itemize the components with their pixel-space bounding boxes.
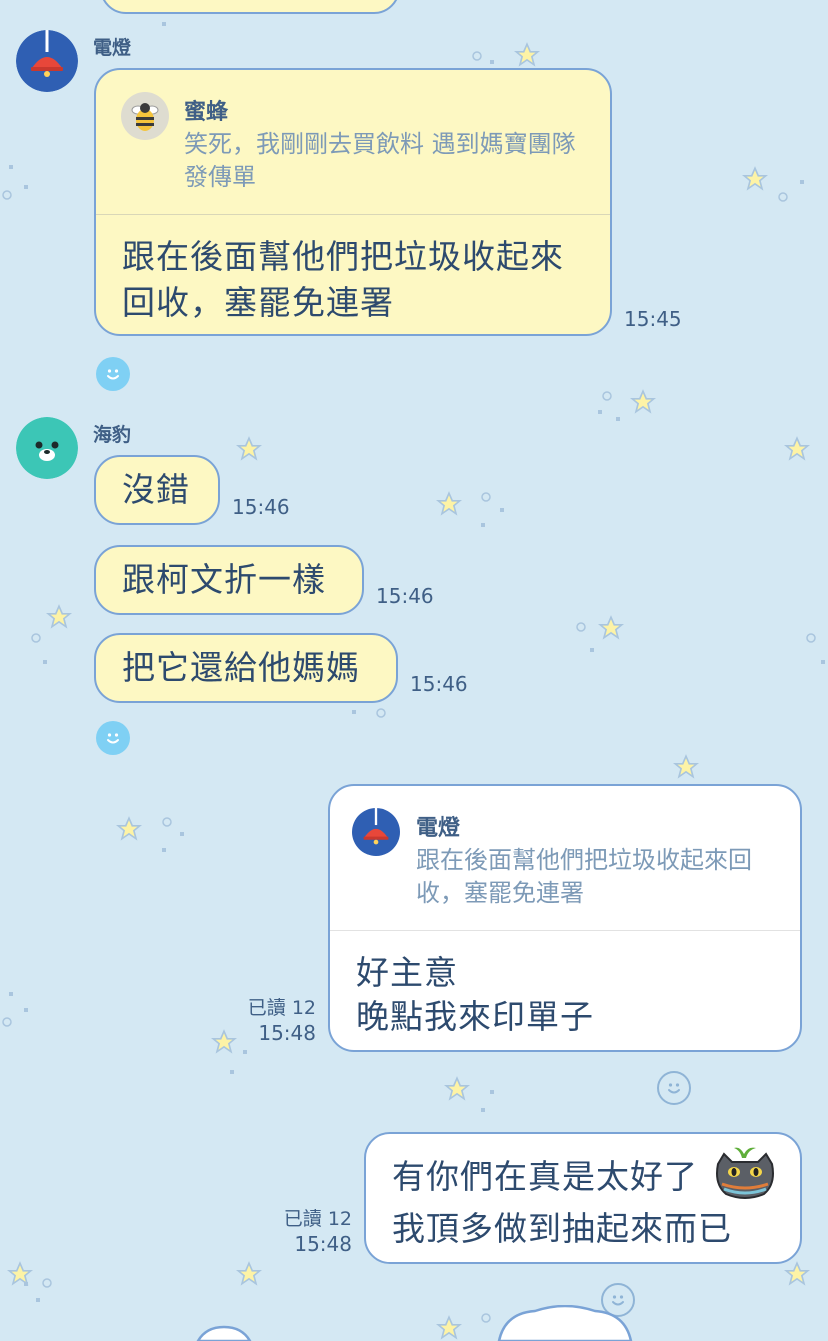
previous-message-bubble	[100, 0, 400, 14]
reaction-smile-icon[interactable]	[96, 357, 130, 391]
reply-message-bubble[interactable]: 電燈 跟在後面幫他們把垃圾收起來回收，塞罷免連署 好主意 晚點我來印單子	[328, 784, 802, 1052]
seal-avatar-icon[interactable]	[16, 417, 78, 479]
read-count: 已讀 12	[247, 997, 316, 1019]
message-text: 把它還給他媽媽	[122, 648, 360, 687]
message-time: 15:46	[376, 584, 434, 608]
sender-name: 電燈	[93, 37, 132, 59]
quoted-sender-name: 電燈	[416, 816, 461, 841]
partial-sticker	[497, 1305, 633, 1341]
lamp-avatar-icon[interactable]	[16, 30, 78, 92]
message-text-line: 晚點我來印單子	[356, 997, 594, 1036]
message-time: 15:46	[410, 672, 468, 696]
message-time: 15:48	[294, 1232, 352, 1256]
reply-divider	[96, 214, 610, 215]
message-bubble[interactable]: 有你們在真是太好了 我頂多做到抽起來而已	[364, 1132, 802, 1264]
lamp-avatar-icon	[352, 808, 400, 856]
message-time: 15:48	[258, 1021, 316, 1045]
message-text: 沒錯	[122, 470, 190, 509]
message-time: 15:45	[624, 307, 682, 331]
cat-sprout-emoji	[716, 1147, 774, 1199]
read-receipt: 已讀 12 15:48	[262, 1207, 352, 1256]
bee-avatar-icon	[121, 92, 169, 140]
message-bubble[interactable]: 沒錯	[94, 455, 220, 525]
sender-name: 海豹	[93, 424, 132, 446]
partial-sticker	[196, 1325, 252, 1341]
message-bubble[interactable]: 跟柯文折一樣	[94, 545, 364, 615]
message-text-line: 我頂多做到抽起來而已	[392, 1209, 732, 1248]
message-text-line: 有你們在真是太好了	[392, 1157, 698, 1196]
read-count: 已讀 12	[283, 1208, 352, 1230]
message-time: 15:46	[232, 495, 290, 519]
reaction-smile-icon[interactable]	[96, 721, 130, 755]
message-text: 跟柯文折一樣	[122, 560, 326, 599]
message-text-line: 好主意	[356, 953, 458, 992]
read-receipt: 已讀 12 15:48	[226, 996, 316, 1045]
quoted-message-text: 跟在後面幫他們把垃圾收起來回收，塞罷免連署	[416, 846, 752, 907]
quoted-sender-name: 蜜蜂	[184, 100, 229, 125]
add-reaction-smile-icon[interactable]	[657, 1071, 691, 1105]
quoted-message-text: 笑死，我剛剛去買飲料 遇到媽寶團隊發傳單	[184, 130, 576, 191]
message-bubble[interactable]: 把它還給他媽媽	[94, 633, 398, 703]
reply-message-bubble[interactable]: 蜜蜂 笑死，我剛剛去買飲料 遇到媽寶團隊發傳單 跟在後面幫他們把垃圾收起來回收，…	[94, 68, 612, 336]
reply-divider	[330, 930, 800, 931]
message-text: 跟在後面幫他們把垃圾收起來回收，塞罷免連署	[122, 237, 564, 322]
